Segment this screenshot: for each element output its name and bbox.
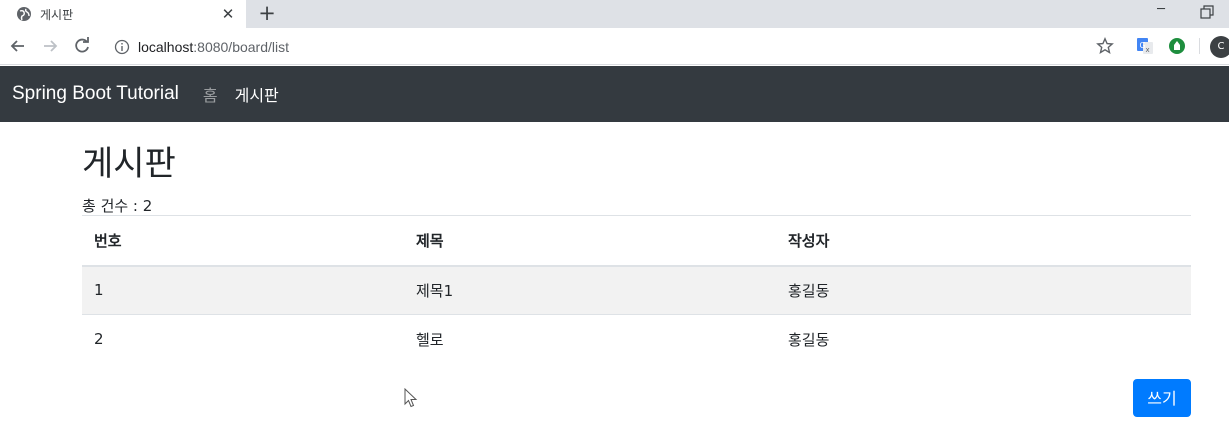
cell-title[interactable]: 헬로 [404,314,776,364]
browser-toolbar: localhost:8080/board/list G x C [0,28,1229,65]
board-table: 번호 제목 작성자 1 제목1 홍길동 2 헬로 홍길동 [82,215,1191,364]
browser-tab[interactable]: 게시판 ✕ [0,0,246,28]
column-header-author: 작성자 [776,215,1191,267]
green-extension-icon[interactable] [1168,37,1186,55]
column-header-number: 번호 [82,215,404,267]
total-count: 총 건수 : 2 [82,197,153,215]
cell-title[interactable]: 제목1 [404,265,776,315]
restore-window-icon[interactable] [1197,3,1217,23]
globe-icon [17,7,31,21]
info-icon[interactable] [114,39,130,55]
back-arrow-icon[interactable] [8,36,28,56]
new-tab-icon[interactable]: + [256,2,278,24]
cell-number: 1 [82,265,404,315]
write-button[interactable]: 쓰기 [1133,379,1191,417]
nav-link-home[interactable]: 홈 [203,82,218,106]
profile-avatar[interactable]: C [1210,36,1229,58]
navbar-brand[interactable]: Spring Boot Tutorial [12,83,179,105]
nav-link-board[interactable]: 게시판 [235,82,279,106]
table-row[interactable]: 1 제목1 홍길동 [82,265,1191,315]
close-tab-icon[interactable]: ✕ [219,5,237,23]
browser-tabstrip: 게시판 ✕ + ─ [0,0,1229,28]
url-path: :8080/board/list [193,39,289,55]
url-host: localhost [138,39,194,55]
app-navbar: Spring Boot Tutorial 홈 게시판 [0,66,1229,122]
forward-arrow-icon[interactable] [40,36,60,56]
table-header-row: 번호 제목 작성자 [82,215,1191,267]
cell-author: 홍길동 [776,314,1191,364]
table-row[interactable]: 2 헬로 홍길동 [82,314,1191,364]
svg-text:x: x [1146,46,1150,54]
toolbar-divider [1199,38,1200,54]
address-bar[interactable]: localhost:8080/board/list [108,32,1128,62]
cell-number: 2 [82,314,404,364]
reload-icon[interactable] [72,36,92,56]
tab-title: 게시판 [40,7,74,22]
bookmark-star-icon[interactable] [1096,37,1114,55]
cell-author: 홍길동 [776,265,1191,315]
page-title: 게시판 [82,144,176,184]
mouse-cursor-icon [404,388,418,408]
url-text[interactable]: localhost:8080/board/list [138,39,289,55]
translate-extension-icon[interactable]: G x [1136,37,1154,55]
minimize-icon[interactable]: ─ [1150,2,1172,22]
column-header-title: 제목 [404,215,776,267]
